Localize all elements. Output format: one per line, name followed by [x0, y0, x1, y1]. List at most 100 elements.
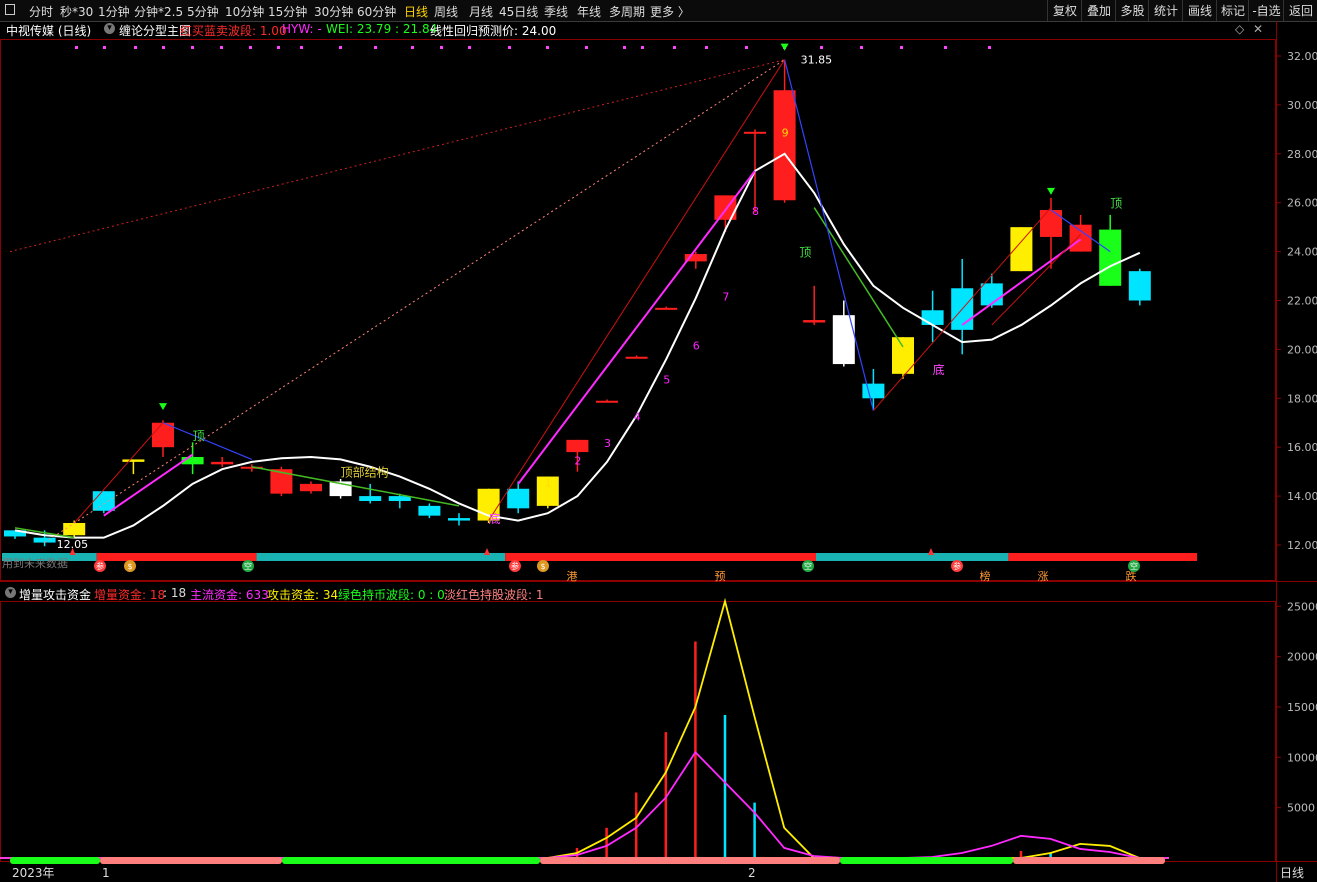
candle-body: [803, 320, 826, 323]
period-tab-12[interactable]: 45日线: [499, 3, 538, 20]
wave-count-label: 8: [752, 205, 759, 218]
candle-body: [892, 337, 914, 374]
band-signal-label: 涨: [1038, 570, 1049, 583]
candle-body: [655, 307, 678, 310]
toolbar-button-0[interactable]: 复权: [1047, 0, 1082, 21]
top-marker-dot: [300, 46, 303, 49]
toolbar-button-6[interactable]: -自选: [1248, 0, 1284, 21]
period-tab-4[interactable]: 5分钟: [187, 3, 219, 20]
magenta-trend-segment: [517, 170, 756, 485]
period-tab-5[interactable]: 10分钟: [225, 3, 264, 20]
period-tab-2[interactable]: 1分钟: [98, 3, 130, 20]
wave-count-label: 4: [634, 410, 641, 423]
candle-body: [33, 537, 56, 543]
y-tick-label: 22.00: [1287, 295, 1317, 308]
top-marker-dot: [277, 46, 280, 49]
diamond-icon[interactable]: ◇: [1235, 22, 1244, 36]
sub-y-tick-label: 20000: [1287, 651, 1317, 664]
pattern-annotation: 底: [489, 511, 501, 526]
red-buy-blue-sell-field: 红买蓝卖波段: 1.00: [180, 24, 287, 38]
period-tab-11[interactable]: 月线: [469, 3, 493, 20]
regression-price-field: 线性回归预测价: 24.00: [430, 24, 557, 38]
candle-body: [921, 310, 944, 325]
wave-count-label: 3: [604, 437, 611, 450]
candle-body: [1010, 227, 1033, 272]
toolbar-button-7[interactable]: 返回: [1283, 0, 1317, 21]
attack-fund-line: [0, 597, 1169, 859]
candle-body: [152, 422, 174, 448]
period-tab-7[interactable]: 30分钟: [314, 3, 353, 20]
period-tab-1[interactable]: 秒*30: [60, 3, 93, 20]
period-tab-14[interactable]: 年线: [577, 3, 601, 20]
window-icon[interactable]: [5, 4, 15, 15]
toolbar-button-5[interactable]: 标记: [1216, 0, 1249, 21]
band-signal-icon: [124, 560, 136, 572]
red-trend-segment: [73, 422, 164, 524]
period-tab-15[interactable]: 多周期: [609, 3, 645, 20]
signal-band-segment: [816, 553, 1009, 561]
magenta-trend-segment: [961, 238, 1082, 326]
band-signal-icon: [951, 560, 963, 572]
candle-body: [359, 496, 382, 501]
period-tab-9[interactable]: 日线: [404, 3, 428, 20]
sub-indicator-toggle-icon[interactable]: ▾: [5, 587, 16, 598]
close-icon[interactable]: ✕: [1253, 22, 1263, 36]
band-signal-icon: [509, 560, 521, 572]
hold-band-segment: [100, 857, 282, 864]
candle-body: [951, 288, 974, 330]
band-signal-glyph: 空: [1130, 561, 1138, 571]
period-tab-0[interactable]: 分时: [29, 3, 53, 20]
red-trend-segment: [991, 234, 1081, 326]
indicator-toggle-icon[interactable]: ▾: [104, 23, 115, 34]
wave-count-label: 1: [545, 476, 552, 489]
signal-band-segment: [256, 553, 506, 561]
band-signal-icon: [1128, 560, 1140, 572]
toolbar-button-3[interactable]: 统计: [1148, 0, 1183, 21]
top-marker-dot: [249, 46, 252, 49]
sub-indicator-name[interactable]: 增量攻击资金: [19, 586, 91, 603]
period-tab-6[interactable]: 15分钟: [268, 3, 307, 20]
band-signal-icon: [242, 560, 254, 572]
x-axis-month-label: 2: [748, 866, 756, 880]
top-marker-dot: [585, 46, 588, 49]
stock-name: 中视传媒 (日线): [6, 24, 92, 38]
band-signal-label: 港: [567, 570, 578, 583]
pattern-annotation: 顶: [1110, 197, 1122, 211]
toolbar-button-1[interactable]: 叠加: [1081, 0, 1116, 21]
y-tick-label: 14.00: [1287, 490, 1317, 503]
top-marker-dot: [641, 46, 644, 49]
toolbar-button-4[interactable]: 画线: [1182, 0, 1217, 21]
candle-body: [211, 461, 234, 465]
band-signal-glyph: 空: [804, 561, 812, 571]
future-data-note: 用到未来数据: [2, 556, 68, 570]
down-arrow-icon: [1047, 187, 1055, 195]
hold-band-segment: [540, 857, 840, 864]
period-tab-16[interactable]: 更多 〉: [650, 3, 690, 20]
main-fund-line: [0, 750, 1169, 859]
candle-body: [240, 466, 263, 469]
signal-band-segment: [505, 553, 816, 561]
wave-count-label: 2: [574, 454, 581, 467]
top-marker-dot: [411, 46, 414, 49]
period-tab-13[interactable]: 季线: [544, 3, 568, 20]
candle-body: [63, 522, 86, 536]
candle-body: [4, 530, 26, 537]
y-tick-label: 30.00: [1287, 99, 1317, 112]
signal-band-segment: [96, 553, 257, 561]
sub-y-tick-label: 15000: [1287, 701, 1317, 714]
candle-body: [300, 483, 322, 492]
top-marker-dot: [623, 46, 626, 49]
pattern-annotation: 顶: [799, 245, 811, 259]
period-tab-3[interactable]: 分钟*2.5: [134, 3, 183, 20]
period-tab-10[interactable]: 周线: [434, 3, 458, 20]
top-marker-dot: [783, 46, 786, 49]
wave-count-label: 5: [663, 374, 670, 387]
period-toolbar: 分时 秒*30 1分钟 分钟*2.5 5分钟 10分钟 15分钟 30分钟 60分钟 日线 周线 月线…: [0, 0, 1317, 22]
pink-dotted-line: [44, 59, 785, 543]
down-arrow-icon: [780, 43, 789, 51]
toolbar-button-2[interactable]: 多股: [1115, 0, 1149, 21]
band-signal-glyph: $: [127, 562, 132, 571]
candle-body: [1069, 224, 1092, 252]
period-tab-8[interactable]: 60分钟: [357, 3, 396, 20]
y-tick-label: 24.00: [1287, 246, 1317, 259]
